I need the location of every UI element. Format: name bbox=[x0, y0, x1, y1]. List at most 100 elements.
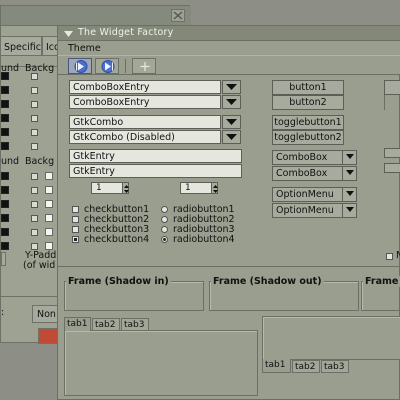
radiobutton-3-dot[interactable] bbox=[161, 226, 168, 233]
comboboxentry-2[interactable]: ComboBoxEntry bbox=[69, 95, 221, 109]
bg-col-header-foreground-2: und bbox=[1, 156, 20, 167]
button1[interactable]: button1 bbox=[272, 80, 344, 95]
add-button[interactable] bbox=[132, 58, 156, 74]
togglebutton2-label: togglebutton2 bbox=[274, 132, 342, 143]
bg-color-swatch[interactable] bbox=[45, 186, 53, 194]
bg-color-checkbox[interactable] bbox=[31, 115, 38, 122]
optionmenu-1[interactable]: OptionMenu bbox=[272, 187, 357, 202]
spinbutton-2-value: 1 bbox=[185, 183, 191, 193]
fg-color-swatch[interactable] bbox=[1, 186, 9, 194]
menu-theme[interactable]: Theme bbox=[68, 43, 101, 54]
frame-shadow-out-title: Frame (Shadow out) bbox=[211, 276, 324, 287]
back-button[interactable] bbox=[68, 58, 92, 74]
bg-color-checkbox[interactable] bbox=[31, 243, 38, 250]
bg-color-checkbox[interactable] bbox=[31, 229, 38, 236]
fg-color-swatch[interactable] bbox=[1, 214, 9, 222]
gtkentry-2[interactable]: GtkEntry bbox=[69, 164, 242, 178]
bg-color-checkbox[interactable] bbox=[31, 129, 38, 136]
frame-shadow-in-title: Frame (Shadow in) bbox=[66, 276, 171, 287]
y-padding-spinner[interactable] bbox=[1, 252, 6, 266]
fg-color-swatch[interactable] bbox=[1, 86, 9, 94]
gtkentry-1[interactable]: GtkEntry bbox=[69, 149, 242, 163]
fg-color-swatch[interactable] bbox=[1, 142, 9, 150]
clipped-label: N bbox=[396, 250, 400, 261]
notebook-right-tab3[interactable]: tab3 bbox=[321, 360, 349, 373]
notebook-right-tab1[interactable]: tab1 bbox=[262, 359, 291, 373]
checkbutton-1-box[interactable] bbox=[72, 206, 79, 213]
bg-color-checkbox[interactable] bbox=[31, 73, 38, 80]
bg-color-checkbox[interactable] bbox=[31, 173, 38, 180]
button1-label: button1 bbox=[289, 82, 327, 93]
gtkcombo-1-dropdown[interactable] bbox=[222, 115, 241, 129]
spinbutton-1[interactable]: 1 bbox=[91, 182, 123, 194]
bg-color-swatch[interactable] bbox=[45, 214, 53, 222]
fg-color-swatch[interactable] bbox=[1, 228, 9, 236]
bg-tab-specific-label: Specific bbox=[4, 42, 41, 53]
fg-color-swatch[interactable] bbox=[1, 128, 9, 136]
fg-color-swatch[interactable] bbox=[1, 242, 9, 250]
clipped-scale-2[interactable] bbox=[384, 163, 400, 173]
spinbutton-2[interactable]: 1 bbox=[180, 182, 212, 194]
comboboxentry-1-dropdown[interactable] bbox=[222, 80, 241, 94]
spinbutton-2-arrows[interactable] bbox=[211, 182, 218, 194]
bg-color-checkbox[interactable] bbox=[31, 101, 38, 108]
forward-arrow-icon bbox=[101, 60, 115, 73]
bg-color-checkbox[interactable] bbox=[31, 215, 38, 222]
comboboxentry-1[interactable]: ComboBoxEntry bbox=[69, 80, 221, 94]
close-red-button[interactable] bbox=[38, 328, 58, 344]
back-arrow-icon bbox=[74, 60, 88, 73]
bg-col-header-background-2: Backg bbox=[25, 156, 55, 167]
background-window-titlebar[interactable] bbox=[1, 6, 191, 26]
checkbutton-2-box[interactable] bbox=[72, 216, 79, 223]
clipped-checkbox[interactable] bbox=[386, 253, 393, 260]
window-titlebar[interactable]: The Widget Factory bbox=[58, 26, 400, 41]
fg-color-swatch[interactable] bbox=[1, 200, 9, 208]
combobox-1-label: ComboBox bbox=[276, 152, 328, 163]
frame-third-title: Frame bbox=[363, 276, 400, 287]
bg-color-swatch[interactable] bbox=[45, 172, 53, 180]
bg-col-header-background: Backg bbox=[25, 63, 55, 74]
combobox-1[interactable]: ComboBox bbox=[272, 150, 357, 165]
bg-color-checkbox[interactable] bbox=[31, 201, 38, 208]
clipped-scale-1[interactable] bbox=[384, 148, 400, 158]
clipped-button[interactable] bbox=[384, 80, 400, 95]
forward-button[interactable] bbox=[95, 58, 119, 74]
optionmenu-2[interactable]: OptionMenu bbox=[272, 203, 357, 218]
fg-color-swatch[interactable] bbox=[1, 72, 9, 80]
bg-color-swatch[interactable] bbox=[45, 242, 53, 250]
bg-color-swatch[interactable] bbox=[45, 200, 53, 208]
gtkcombo-2-dropdown bbox=[222, 130, 241, 144]
bg-color-checkbox[interactable] bbox=[31, 87, 38, 94]
checkbutton-3-box[interactable] bbox=[72, 226, 79, 233]
spinbutton-1-arrows[interactable] bbox=[122, 182, 129, 194]
togglebutton1[interactable]: togglebutton1 bbox=[272, 115, 344, 130]
radiobutton-1-dot[interactable] bbox=[161, 206, 168, 213]
radiobutton-2-dot[interactable] bbox=[161, 216, 168, 223]
fg-color-swatch[interactable] bbox=[1, 114, 9, 122]
radiobutton-4-label[interactable]: radiobutton4 bbox=[173, 234, 235, 245]
bg-color-checkbox[interactable] bbox=[31, 187, 38, 194]
close-icon[interactable] bbox=[171, 9, 185, 22]
radiobutton-4-dot[interactable] bbox=[161, 236, 168, 243]
bg-color-checkbox[interactable] bbox=[31, 143, 38, 150]
fg-color-swatch[interactable] bbox=[1, 100, 9, 108]
combobox-2[interactable]: ComboBox bbox=[272, 166, 357, 181]
notebook-left-tab1[interactable]: tab1 bbox=[64, 317, 91, 331]
bg-tab-specific[interactable]: Specific bbox=[0, 36, 42, 56]
window-menu-icon[interactable] bbox=[64, 30, 73, 41]
button2[interactable]: button2 bbox=[272, 95, 344, 110]
checkbutton-4-label[interactable]: checkbutton4 bbox=[84, 234, 149, 245]
bg-color-swatch[interactable] bbox=[45, 228, 53, 236]
notebook-right-tab2[interactable]: tab2 bbox=[292, 360, 320, 373]
window-title: The Widget Factory bbox=[78, 27, 174, 38]
none-combo[interactable]: Non bbox=[32, 305, 59, 323]
notebook-left-tab3[interactable]: tab3 bbox=[121, 318, 149, 331]
notebook-left-tab2[interactable]: tab2 bbox=[92, 318, 120, 331]
gtkcombo-1[interactable]: GtkCombo bbox=[69, 115, 221, 129]
togglebutton2[interactable]: togglebutton2 bbox=[272, 130, 344, 145]
comboboxentry-2-text: ComboBoxEntry bbox=[73, 97, 150, 108]
fg-color-swatch[interactable] bbox=[1, 172, 9, 180]
comboboxentry-2-dropdown[interactable] bbox=[222, 95, 241, 109]
checkbutton-4-box[interactable] bbox=[72, 236, 79, 243]
dropdown-arrow-icon bbox=[342, 151, 356, 164]
